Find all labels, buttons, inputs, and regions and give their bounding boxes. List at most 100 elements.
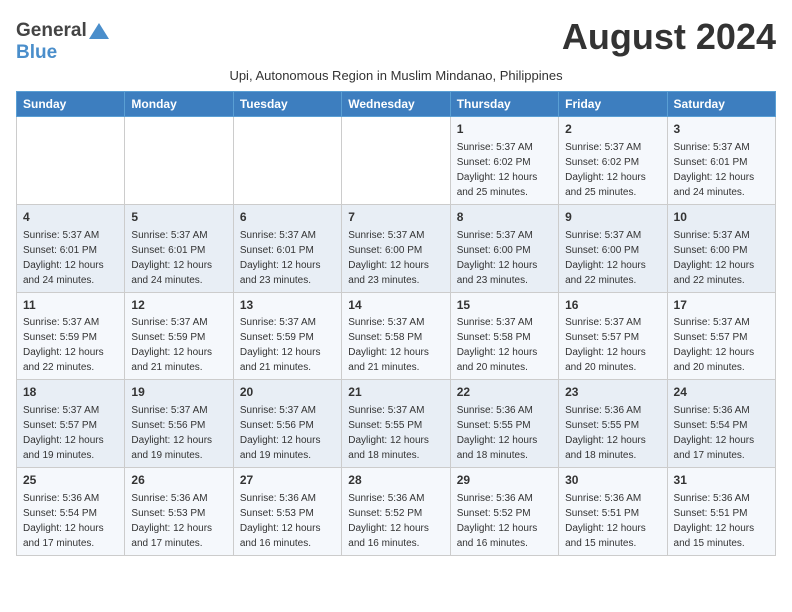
day-info: Sunrise: 5:37 AMSunset: 6:00 PMDaylight:… [348,230,429,286]
day-number: 3 [674,121,769,138]
day-number: 26 [131,472,226,489]
day-header-sunday: Sunday [17,92,125,117]
day-number: 27 [240,472,335,489]
day-info: Sunrise: 5:37 AMSunset: 5:59 PMDaylight:… [23,317,104,373]
calendar-cell [17,117,125,205]
week-row-4: 18 Sunrise: 5:37 AMSunset: 5:57 PMDayligh… [17,380,776,468]
day-info: Sunrise: 5:37 AMSunset: 6:02 PMDaylight:… [565,142,646,198]
calendar-cell: 31 Sunrise: 5:36 AMSunset: 5:51 PMDayligh… [667,468,775,556]
calendar-cell: 8Sunrise: 5:37 AMSunset: 6:00 PMDaylight… [450,204,558,292]
calendar-cell [342,117,450,205]
day-number: 1 [457,121,552,138]
day-number: 6 [240,209,335,226]
day-info: Sunrise: 5:36 AMSunset: 5:54 PMDaylight:… [23,493,104,549]
calendar-cell: 27Sunrise: 5:36 AMSunset: 5:53 PMDayligh… [233,468,341,556]
day-header-saturday: Saturday [667,92,775,117]
calendar-cell: 5 Sunrise: 5:37 AMSunset: 6:01 PMDaylight… [125,204,233,292]
calendar-cell: 13Sunrise: 5:37 AMSunset: 5:59 PMDayligh… [233,292,341,380]
day-info: Sunrise: 5:36 AMSunset: 5:51 PMDaylight:… [565,493,646,549]
day-number: 16 [565,297,660,314]
calendar-cell: 1 Sunrise: 5:37 AMSunset: 6:02 PMDaylight… [450,117,558,205]
day-number: 5 [131,209,226,226]
day-number: 24 [674,384,769,401]
day-info: Sunrise: 5:37 AMSunset: 5:56 PMDaylight:… [131,405,212,461]
calendar-cell: 4 Sunrise: 5:37 AMSunset: 6:01 PMDaylight… [17,204,125,292]
day-header-wednesday: Wednesday [342,92,450,117]
day-info: Sunrise: 5:37 AMSunset: 5:58 PMDaylight:… [348,317,429,373]
calendar-header: SundayMondayTuesdayWednesdayThursdayFrid… [17,92,776,117]
day-info: Sunrise: 5:36 AMSunset: 5:54 PMDaylight:… [674,405,755,461]
day-info: Sunrise: 5:37 AMSunset: 5:58 PMDaylight:… [457,317,538,373]
calendar-cell: 22 Sunrise: 5:36 AMSunset: 5:55 PMDayligh… [450,380,558,468]
calendar-cell: 28Sunrise: 5:36 AMSunset: 5:52 PMDayligh… [342,468,450,556]
calendar-cell: 11Sunrise: 5:37 AMSunset: 5:59 PMDayligh… [17,292,125,380]
calendar-cell: 26 Sunrise: 5:36 AMSunset: 5:53 PMDayligh… [125,468,233,556]
logo-icon [88,22,110,40]
calendar-cell: 3Sunrise: 5:37 AMSunset: 6:01 PMDaylight… [667,117,775,205]
calendar-cell: 29Sunrise: 5:36 AMSunset: 5:52 PMDayligh… [450,468,558,556]
calendar-cell: 9 Sunrise: 5:37 AMSunset: 6:00 PMDaylight… [559,204,667,292]
day-number: 18 [23,384,118,401]
calendar-cell: 24 Sunrise: 5:36 AMSunset: 5:54 PMDayligh… [667,380,775,468]
week-row-3: 11Sunrise: 5:37 AMSunset: 5:59 PMDayligh… [17,292,776,380]
day-number: 8 [457,209,552,226]
calendar-cell: 14 Sunrise: 5:37 AMSunset: 5:58 PMDayligh… [342,292,450,380]
calendar-body: 1 Sunrise: 5:37 AMSunset: 6:02 PMDaylight… [17,117,776,556]
calendar-cell: 25 Sunrise: 5:36 AMSunset: 5:54 PMDayligh… [17,468,125,556]
day-header-thursday: Thursday [450,92,558,117]
calendar-cell: 19Sunrise: 5:37 AMSunset: 5:56 PMDayligh… [125,380,233,468]
day-info: Sunrise: 5:37 AMSunset: 5:55 PMDaylight:… [348,405,429,461]
day-info: Sunrise: 5:37 AMSunset: 6:01 PMDaylight:… [23,230,104,286]
calendar-subtitle: Upi, Autonomous Region in Muslim Mindana… [16,68,776,83]
day-info: Sunrise: 5:36 AMSunset: 5:55 PMDaylight:… [457,405,538,461]
calendar-cell: 15 Sunrise: 5:37 AMSunset: 5:58 PMDayligh… [450,292,558,380]
day-number: 4 [23,209,118,226]
month-title: August 2024 [562,16,776,58]
calendar-cell: 23Sunrise: 5:36 AMSunset: 5:55 PMDayligh… [559,380,667,468]
logo-general-text: General [16,20,87,42]
calendar-cell [125,117,233,205]
day-number: 21 [348,384,443,401]
calendar-cell: 12Sunrise: 5:37 AMSunset: 5:59 PMDayligh… [125,292,233,380]
day-number: 9 [565,209,660,226]
day-info: Sunrise: 5:37 AMSunset: 6:01 PMDaylight:… [131,230,212,286]
calendar-cell: 18 Sunrise: 5:37 AMSunset: 5:57 PMDayligh… [17,380,125,468]
day-number: 30 [565,472,660,489]
day-number: 10 [674,209,769,226]
day-info: Sunrise: 5:37 AMSunset: 5:56 PMDaylight:… [240,405,321,461]
day-number: 15 [457,297,552,314]
day-number: 12 [131,297,226,314]
week-row-2: 4 Sunrise: 5:37 AMSunset: 6:01 PMDaylight… [17,204,776,292]
day-info: Sunrise: 5:37 AMSunset: 6:00 PMDaylight:… [565,230,646,286]
day-number: 22 [457,384,552,401]
header-row: SundayMondayTuesdayWednesdayThursdayFrid… [17,92,776,117]
calendar-cell: 6Sunrise: 5:37 AMSunset: 6:01 PMDaylight… [233,204,341,292]
day-info: Sunrise: 5:37 AMSunset: 6:02 PMDaylight:… [457,142,538,198]
calendar-cell: 7Sunrise: 5:37 AMSunset: 6:00 PMDaylight… [342,204,450,292]
header: General Blue August 2024 [16,16,776,64]
calendar-cell: 16 Sunrise: 5:37 AMSunset: 5:57 PMDayligh… [559,292,667,380]
day-info: Sunrise: 5:36 AMSunset: 5:52 PMDaylight:… [457,493,538,549]
day-number: 31 [674,472,769,489]
day-info: Sunrise: 5:36 AMSunset: 5:52 PMDaylight:… [348,493,429,549]
logo: General Blue [16,20,110,64]
calendar-cell: 10 Sunrise: 5:37 AMSunset: 6:00 PMDayligh… [667,204,775,292]
day-number: 14 [348,297,443,314]
day-info: Sunrise: 5:37 AMSunset: 5:57 PMDaylight:… [23,405,104,461]
day-number: 2 [565,121,660,138]
day-info: Sunrise: 5:36 AMSunset: 5:51 PMDaylight:… [674,493,755,549]
day-info: Sunrise: 5:36 AMSunset: 5:53 PMDaylight:… [131,493,212,549]
calendar-cell: 2 Sunrise: 5:37 AMSunset: 6:02 PMDaylight… [559,117,667,205]
calendar-cell: 17Sunrise: 5:37 AMSunset: 5:57 PMDayligh… [667,292,775,380]
day-info: Sunrise: 5:37 AMSunset: 5:57 PMDaylight:… [565,317,646,373]
calendar-cell: 20Sunrise: 5:37 AMSunset: 5:56 PMDayligh… [233,380,341,468]
day-info: Sunrise: 5:37 AMSunset: 6:00 PMDaylight:… [674,230,755,286]
day-header-friday: Friday [559,92,667,117]
day-header-tuesday: Tuesday [233,92,341,117]
day-number: 25 [23,472,118,489]
calendar-cell [233,117,341,205]
day-info: Sunrise: 5:36 AMSunset: 5:55 PMDaylight:… [565,405,646,461]
week-row-5: 25 Sunrise: 5:36 AMSunset: 5:54 PMDayligh… [17,468,776,556]
calendar-cell: 30 Sunrise: 5:36 AMSunset: 5:51 PMDayligh… [559,468,667,556]
day-info: Sunrise: 5:37 AMSunset: 5:57 PMDaylight:… [674,317,755,373]
